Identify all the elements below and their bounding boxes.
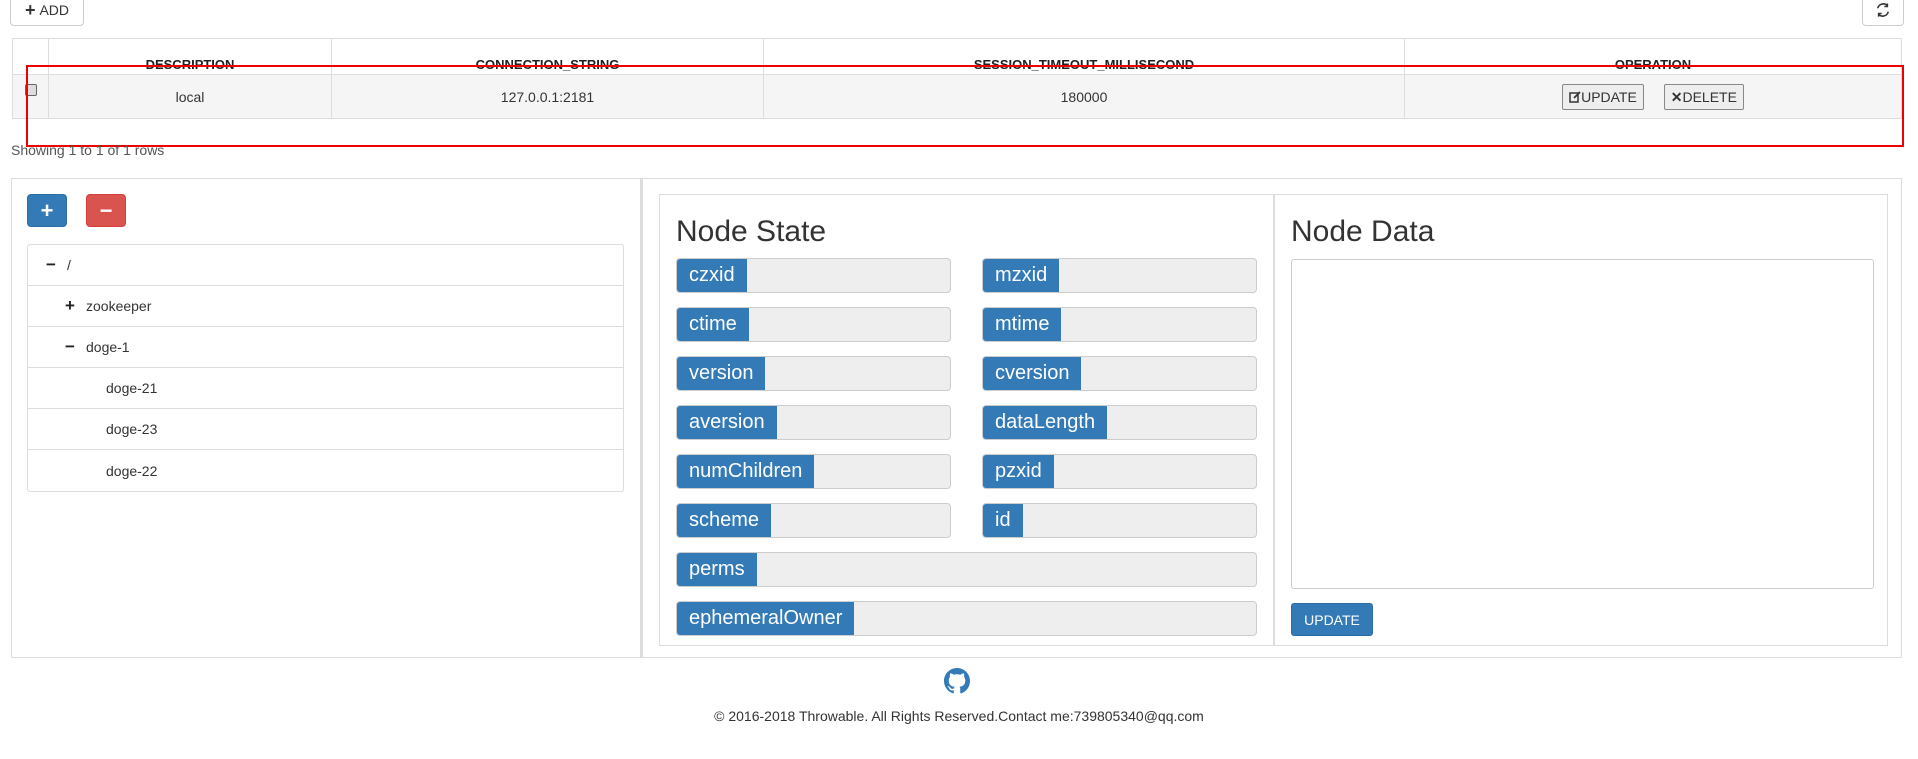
- column-header-description: DESCRIPTION: [48, 38, 332, 75]
- field-ephemeralowner[interactable]: ephemeralOwner: [676, 601, 1257, 636]
- tree-node-zookeeper[interactable]: + zookeeper: [28, 286, 623, 327]
- footer-copyright: © 2016-2018 Throwable. All Rights Reserv…: [714, 708, 1204, 724]
- tree-node-label: zookeeper: [86, 298, 152, 314]
- field-label: ctime: [677, 308, 749, 341]
- field-mtime[interactable]: mtime: [982, 307, 1257, 342]
- tree-node-doge-1[interactable]: − doge-1: [28, 327, 623, 368]
- row-checkbox[interactable]: [24, 83, 37, 96]
- node-state-title: Node State: [676, 215, 827, 248]
- tree-node-doge-21[interactable]: doge-21: [28, 368, 623, 409]
- field-numchildren[interactable]: numChildren: [676, 454, 951, 489]
- field-perms[interactable]: perms: [676, 552, 1257, 587]
- field-label: perms: [677, 553, 757, 586]
- add-button-label: ADD: [39, 2, 70, 18]
- field-id[interactable]: id: [982, 503, 1257, 538]
- field-label: id: [983, 504, 1023, 537]
- field-label: mzxid: [983, 259, 1060, 292]
- field-label: dataLength: [983, 406, 1108, 439]
- field-datalength[interactable]: dataLength: [982, 405, 1257, 440]
- update-node-data-button[interactable]: UPDATE: [1291, 603, 1373, 636]
- cell-description: local: [48, 74, 332, 119]
- field-label: cversion: [983, 357, 1082, 390]
- field-label: version: [677, 357, 766, 390]
- row-select-cell: [12, 74, 49, 119]
- field-label: mtime: [983, 308, 1062, 341]
- field-label: pzxid: [983, 455, 1054, 488]
- tree-node-doge-23[interactable]: doge-23: [28, 409, 623, 450]
- refresh-icon: [1876, 3, 1890, 17]
- tree-node-doge-22[interactable]: doge-22: [28, 450, 623, 491]
- field-label: ephemeralOwner: [677, 602, 855, 635]
- table-row: local 127.0.0.1:2181 180000 UPDATE ✕DELE…: [12, 74, 1902, 119]
- select-column-header: [12, 38, 49, 75]
- collapse-icon[interactable]: −: [43, 255, 59, 275]
- field-pzxid[interactable]: pzxid: [982, 454, 1257, 489]
- tree-node-root[interactable]: − /: [28, 245, 623, 286]
- refresh-button[interactable]: [1862, 0, 1904, 26]
- github-icon[interactable]: [944, 668, 970, 694]
- field-version[interactable]: version: [676, 356, 951, 391]
- column-header-session-timeout: SESSION_TIMEOUT_MILLISECOND: [763, 38, 1405, 75]
- field-czxid[interactable]: czxid: [676, 258, 951, 293]
- field-cversion[interactable]: cversion: [982, 356, 1257, 391]
- column-header-operation: OPERATION: [1404, 38, 1902, 75]
- pagination-info: Showing 1 to 1 of 1 rows: [11, 142, 165, 158]
- update-row-button[interactable]: UPDATE: [1562, 83, 1644, 110]
- tree-panel: + − − / + zookeeper − doge-1 doge-21 dog…: [11, 178, 641, 658]
- collapse-icon[interactable]: −: [62, 337, 78, 357]
- node-data-section: Node Data UPDATE: [1274, 194, 1888, 646]
- column-header-connection-string: CONNECTION_STRING: [331, 38, 764, 75]
- node-tree: − / + zookeeper − doge-1 doge-21 doge-23…: [27, 244, 624, 492]
- tree-node-label: doge-1: [86, 339, 130, 355]
- tree-node-label: /: [67, 257, 71, 273]
- close-icon: ✕: [1670, 88, 1683, 105]
- field-scheme[interactable]: scheme: [676, 503, 951, 538]
- node-data-title: Node Data: [1291, 215, 1435, 248]
- field-ctime[interactable]: ctime: [676, 307, 951, 342]
- cell-operation: UPDATE ✕DELETE: [1404, 74, 1902, 119]
- node-detail-panel: Node State czxid mzxid ctime mtime versi…: [641, 178, 1902, 658]
- field-aversion[interactable]: aversion: [676, 405, 951, 440]
- add-button[interactable]: + ADD: [10, 0, 84, 26]
- delete-row-button[interactable]: ✕DELETE: [1663, 83, 1744, 110]
- edit-icon: [1569, 90, 1581, 103]
- tree-node-label: doge-23: [106, 421, 158, 437]
- node-state-section: Node State czxid mzxid ctime mtime versi…: [659, 194, 1274, 646]
- plus-icon: +: [24, 0, 36, 20]
- field-mzxid[interactable]: mzxid: [982, 258, 1257, 293]
- tree-node-label: doge-21: [106, 380, 158, 396]
- delete-row-label: DELETE: [1682, 88, 1737, 105]
- connection-table: DESCRIPTION CONNECTION_STRING SESSION_TI…: [12, 38, 1902, 119]
- expand-icon[interactable]: +: [62, 296, 78, 316]
- cell-connection-string: 127.0.0.1:2181: [331, 74, 764, 119]
- add-node-button[interactable]: +: [27, 194, 67, 227]
- tree-node-label: doge-22: [106, 462, 158, 479]
- field-label: numChildren: [677, 455, 815, 488]
- remove-node-button[interactable]: −: [86, 194, 126, 227]
- field-label: aversion: [677, 406, 777, 439]
- cell-session-timeout: 180000: [763, 74, 1405, 119]
- field-label: scheme: [677, 504, 772, 537]
- field-label: czxid: [677, 259, 747, 292]
- update-row-label: UPDATE: [1581, 88, 1637, 105]
- node-data-textarea[interactable]: [1291, 259, 1874, 589]
